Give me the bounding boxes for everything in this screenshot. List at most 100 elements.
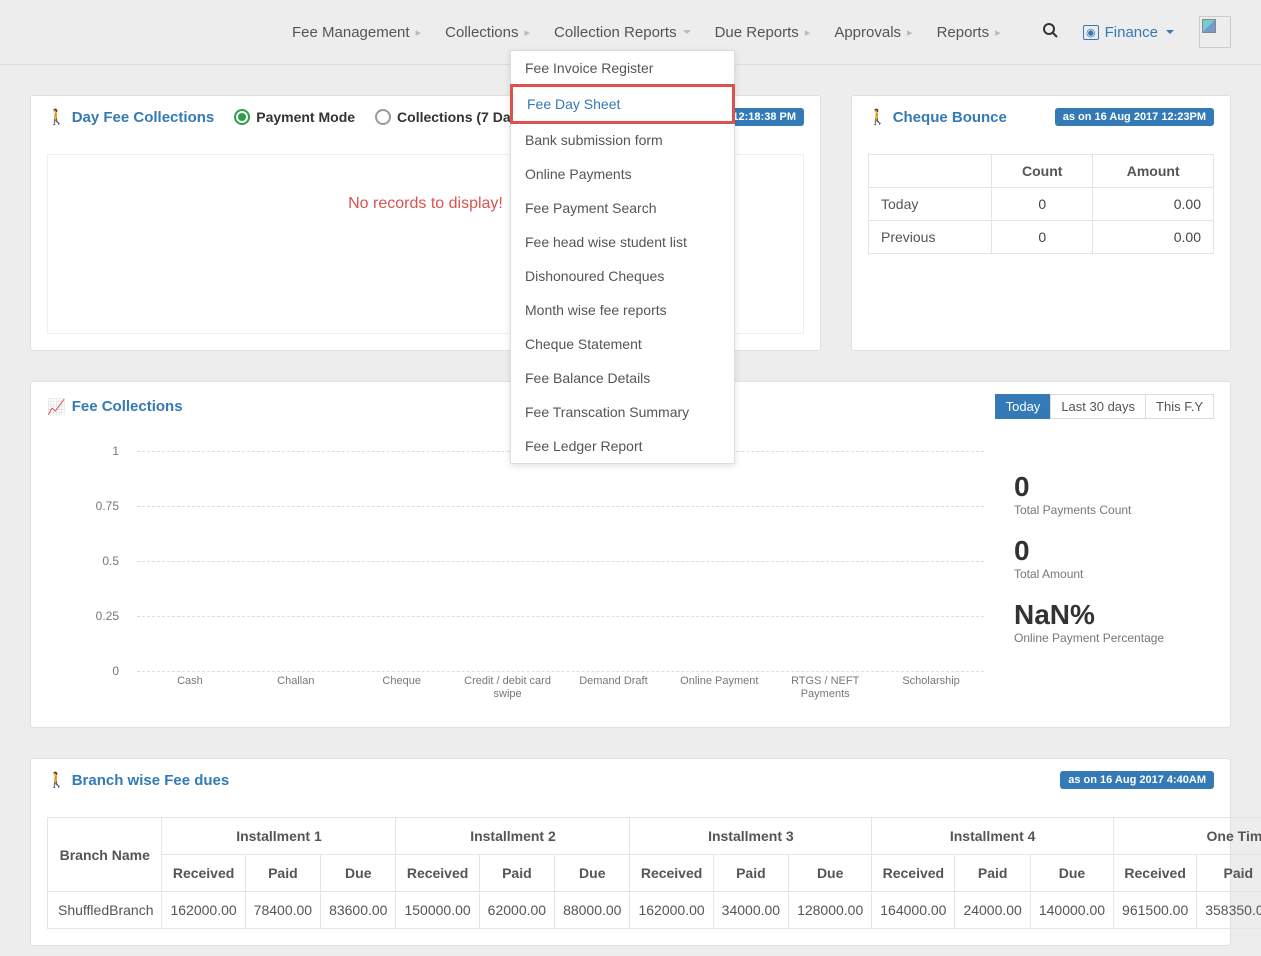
data-cell: 83600.00 xyxy=(321,892,396,929)
filter-tab[interactable]: Today xyxy=(995,394,1052,419)
y-tick: 1 xyxy=(112,444,119,458)
column-group-header: Installment 2 xyxy=(396,818,630,855)
nav-reports[interactable]: Reports▸ xyxy=(925,4,1013,61)
card-title: 🚶 Branch wise Fee dues xyxy=(47,771,229,789)
cheque-bounce-card: 🚶 Cheque Bounce as on 16 Aug 2017 12:23P… xyxy=(851,95,1231,351)
x-label: Cash xyxy=(137,675,243,711)
data-cell: 78400.00 xyxy=(245,892,320,929)
y-tick: 0 xyxy=(112,664,119,678)
radio-checked-icon xyxy=(234,109,250,125)
dropdown-item[interactable]: Cheque Statement xyxy=(511,327,734,361)
radio-payment-mode[interactable]: Payment Mode xyxy=(234,109,355,125)
x-label: Online Payment xyxy=(666,675,772,711)
column-sub-header: Received xyxy=(1114,855,1197,892)
dropdown-item[interactable]: Fee Invoice Register xyxy=(511,51,734,85)
stat-block: 0Total Amount xyxy=(1014,535,1214,581)
branch-wise-fee-dues-card: 🚶 Branch wise Fee dues as on 16 Aug 2017… xyxy=(30,758,1231,946)
dropdown-item[interactable]: Fee Day Sheet xyxy=(510,84,735,124)
dropdown-item[interactable]: Bank submission form xyxy=(511,123,734,157)
dropdown-item[interactable]: Fee Transcation Summary xyxy=(511,395,734,429)
dropdown-item[interactable]: Fee Payment Search xyxy=(511,191,734,225)
column-sub-header: Paid xyxy=(479,855,554,892)
grid-line xyxy=(137,561,984,562)
y-tick: 0.75 xyxy=(96,499,119,513)
column-sub-header: Received xyxy=(630,855,713,892)
stat-block: NaN%Online Payment Percentage xyxy=(1014,599,1214,645)
data-cell: 62000.00 xyxy=(479,892,554,929)
data-cell: 961500.00 xyxy=(1114,892,1197,929)
radio-unchecked-icon xyxy=(375,109,391,125)
branch-name-cell: ShuffledBranch xyxy=(48,892,162,929)
chevron-icon: ▸ xyxy=(995,26,1001,39)
dropdown-item[interactable]: Online Payments xyxy=(511,157,734,191)
cheque-bounce-table: Count Amount Today00.00Previous00.00 xyxy=(868,154,1214,254)
filter-tab[interactable]: Last 30 days xyxy=(1050,394,1146,419)
table-row: Today00.00 xyxy=(869,188,1214,221)
card-title: 🚶 Day Fee Collections xyxy=(47,108,214,126)
column-group-header: Installment 4 xyxy=(872,818,1114,855)
column-sub-header: Due xyxy=(1030,855,1113,892)
radio-collections-7days[interactable]: Collections (7 Days) xyxy=(375,109,531,125)
branch-table: Branch NameInstallment 1Installment 2Ins… xyxy=(47,817,1261,929)
finance-dropdown[interactable]: ◉ Finance xyxy=(1083,24,1174,41)
column-sub-header: Paid xyxy=(245,855,320,892)
chevron-icon: ▸ xyxy=(524,26,530,39)
column-sub-header: Received xyxy=(872,855,955,892)
column-sub-header: Due xyxy=(555,855,630,892)
column-sub-header: Received xyxy=(162,855,245,892)
data-cell: 24000.00 xyxy=(955,892,1030,929)
nav-approvals[interactable]: Approvals▸ xyxy=(822,4,924,61)
person-icon: 🚶 xyxy=(47,771,66,789)
data-cell: 150000.00 xyxy=(396,892,479,929)
data-cell: 162000.00 xyxy=(630,892,713,929)
column-group-header: Installment 1 xyxy=(162,818,396,855)
stats-panel: 0Total Payments Count0Total AmountNaN%On… xyxy=(1014,451,1214,711)
data-cell: 162000.00 xyxy=(162,892,245,929)
grid-line xyxy=(137,671,984,672)
grid-line xyxy=(137,616,984,617)
chart-area: 10.750.50.250 CashChallanChequeCredit / … xyxy=(47,451,994,711)
column-group-header: Installment 3 xyxy=(630,818,872,855)
column-sub-header: Received xyxy=(396,855,479,892)
broken-image-icon xyxy=(1202,19,1216,33)
x-label: Challan xyxy=(243,675,349,711)
chart-icon: 📈 xyxy=(47,398,66,416)
nav-right: ◉ Finance xyxy=(1042,16,1231,48)
y-tick: 0.5 xyxy=(102,554,119,568)
dropdown-item[interactable]: Fee head wise student list xyxy=(511,225,734,259)
dropdown-item[interactable]: Fee Balance Details xyxy=(511,361,734,395)
column-group-header: One Time xyxy=(1114,818,1261,855)
stat-value: 0 xyxy=(1014,535,1214,567)
data-cell: 88000.00 xyxy=(555,892,630,929)
data-cell: 358350.00 xyxy=(1197,892,1261,929)
filter-tabs: TodayLast 30 daysThis F.Y xyxy=(996,394,1214,419)
camera-icon: ◉ xyxy=(1083,25,1099,40)
chevron-icon: ▸ xyxy=(416,26,422,39)
dropdown-item[interactable]: Month wise fee reports xyxy=(511,293,734,327)
collection-reports-dropdown: Fee Invoice RegisterFee Day SheetBank su… xyxy=(510,50,735,464)
filter-tab[interactable]: This F.Y xyxy=(1145,394,1214,419)
x-label: Credit / debit card swipe xyxy=(455,675,561,711)
dropdown-item[interactable]: Dishonoured Cheques xyxy=(511,259,734,293)
search-icon[interactable] xyxy=(1042,22,1058,43)
y-tick: 0.25 xyxy=(96,609,119,623)
column-sub-header: Paid xyxy=(955,855,1030,892)
caret-down-icon xyxy=(1166,30,1174,34)
x-label: Cheque xyxy=(349,675,455,711)
person-icon: 🚶 xyxy=(47,108,66,126)
dropdown-item[interactable]: Fee Ledger Report xyxy=(511,429,734,463)
timestamp-badge: as on 16 Aug 2017 12:23PM xyxy=(1055,108,1214,126)
card-title: 📈 Fee Collections xyxy=(47,398,183,416)
table-row: ShuffledBranch162000.0078400.0083600.001… xyxy=(48,892,1261,929)
avatar[interactable] xyxy=(1199,16,1231,48)
column-sub-header: Paid xyxy=(1197,855,1261,892)
grid-line xyxy=(137,506,984,507)
column-sub-header: Due xyxy=(789,855,872,892)
timestamp-badge: as on 16 Aug 2017 4:40AM xyxy=(1060,771,1214,789)
data-cell: 34000.00 xyxy=(713,892,788,929)
stat-label: Total Amount xyxy=(1014,567,1214,581)
data-cell: 128000.00 xyxy=(789,892,872,929)
nav-fee-management[interactable]: Fee Management▸ xyxy=(280,4,433,61)
stat-label: Online Payment Percentage xyxy=(1014,631,1214,645)
x-label: Demand Draft xyxy=(561,675,667,711)
